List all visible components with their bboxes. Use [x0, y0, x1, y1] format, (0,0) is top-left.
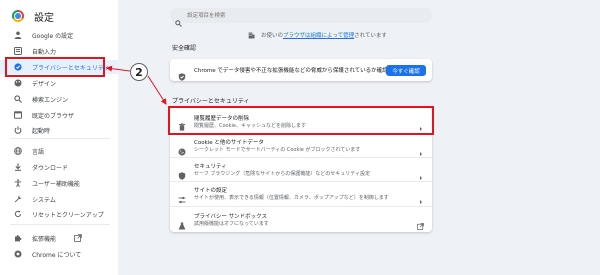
external-link-icon [417, 215, 424, 230]
building-icon [248, 32, 255, 39]
row-title: プライバシー サンドボックス [194, 214, 267, 220]
search-icon [14, 95, 22, 103]
page-title: 設定 [34, 12, 54, 24]
autofill-icon [14, 47, 22, 55]
search-input[interactable] [187, 9, 417, 22]
sidebar-divider [10, 224, 110, 225]
sidebar-item-accessibility[interactable]: ユーザー補助機能 [0, 176, 118, 190]
managed-text-after: されています [354, 33, 387, 39]
palette-icon [14, 79, 22, 87]
step-number-badge: 2 [130, 63, 148, 81]
sidebar-item-label: 拡張機能 [32, 235, 57, 243]
chevron-right-icon [418, 142, 424, 156]
sidebar-item-google-settings[interactable]: Google の設定 [0, 28, 118, 42]
brand: 設定 [12, 8, 54, 24]
row-subtitle: シークレット モードでサードパーティの Cookie がブロックされています [194, 147, 361, 153]
sidebar-item-label: Google の設定 [32, 32, 74, 40]
accessibility-icon [14, 179, 22, 187]
sidebar-item-label: ユーザー補助機能 [32, 180, 80, 188]
privacy-heading: プライバシーとセキュリティ [172, 98, 250, 105]
sidebar-item-label: システム [32, 196, 56, 204]
globe-icon [14, 147, 22, 155]
row-subtitle: サイトが使用、表示できる情報（位置情報、カメラ、ポップアップなど）を制御します [194, 195, 389, 201]
sidebar-item-label: ダウンロード [32, 164, 69, 172]
sidebar-item-languages[interactable]: 言語 [0, 144, 118, 158]
chevron-right-icon [418, 117, 424, 131]
sidebar-divider [10, 138, 110, 139]
sliders-icon [178, 189, 186, 204]
search-box[interactable] [170, 8, 432, 27]
sidebar-item-about-chrome[interactable]: Chrome について [0, 247, 118, 261]
sidebar-item-label: 既定のブラウザ [32, 112, 75, 120]
managed-text-before: お使いの [261, 33, 284, 39]
sidebar-item-appearance[interactable]: デザイン [0, 76, 118, 90]
safety-check-row: Chrome でデータ侵害や不正な拡張機能などの脅威から保護されているか確認しま… [170, 59, 432, 81]
sidebar-item-label: 検索エンジン [32, 96, 69, 104]
shield-icon [178, 165, 186, 180]
row-title: サイトの設定 [194, 188, 228, 194]
external-link-icon [74, 234, 82, 242]
privacy-row-site-settings[interactable]: サイトの設定 サイトが使用、表示できる情報（位置情報、カメラ、ポップアップなど）… [170, 181, 432, 206]
privacy-row-security[interactable]: セキュリティ セーフ ブラウジング（危険なサイトからの保護機能）などのセキュリテ… [170, 157, 432, 181]
privacy-row-clear-browsing-data[interactable]: 閲覧履歴データの削除 閲覧履歴、Cookie、キャッシュなどを削除します [170, 108, 432, 133]
managed-notice: お使いの ブラウザは組織によって管理 されています [248, 30, 387, 40]
safety-check-card: Chrome でデータ侵害や不正な拡張機能などの脅威から保護されているか確認しま… [170, 59, 432, 81]
shield-check-icon [178, 66, 186, 81]
shield-icon [14, 63, 22, 71]
wrench-icon [14, 195, 22, 203]
browser-icon [14, 111, 22, 119]
privacy-row-privacy-sandbox[interactable]: プライバシー サンドボックス 試用版機能はオフになっています [170, 206, 432, 232]
sidebar-item-label: リセットとクリーンアップ [32, 211, 104, 219]
chevron-right-icon [418, 166, 424, 180]
safety-check-heading: 安全確認 [172, 45, 197, 52]
row-title: Cookie と他のサイトデータ [194, 140, 264, 146]
chevron-right-icon [418, 190, 424, 204]
chrome-icon [14, 250, 22, 258]
sidebar-item-label: デザイン [32, 80, 57, 88]
chrome-logo-icon [12, 10, 24, 22]
sidebar-item-label: Chrome について [32, 251, 82, 259]
sidebar-item-label: 自動入力 [32, 48, 57, 56]
flask-icon [178, 215, 186, 230]
managed-link[interactable]: ブラウザは組織によって管理 [283, 31, 354, 39]
trash-icon [178, 116, 186, 131]
cookie-icon [178, 141, 186, 156]
privacy-card: 閲覧履歴データの削除 閲覧履歴、Cookie、キャッシュなどを削除します Coo… [170, 108, 432, 232]
reset-icon [14, 210, 22, 218]
sidebar-item-privacy[interactable]: プライバシーとセキュリティ [0, 60, 118, 74]
row-subtitle: 試用版機能はオフになっています [194, 221, 269, 227]
power-icon [14, 126, 22, 134]
sidebar-item-autofill[interactable]: 自動入力 [0, 44, 118, 58]
sidebar-item-reset[interactable]: リセットとクリーンアップ [0, 207, 118, 221]
search-icon [175, 12, 182, 27]
puzzle-icon [14, 234, 22, 242]
sidebar-item-downloads[interactable]: ダウンロード [0, 160, 118, 174]
row-title: セキュリティ [194, 164, 227, 170]
sidebar-item-default-browser[interactable]: 既定のブラウザ [0, 108, 118, 122]
download-icon [14, 163, 22, 171]
sidebar-item-label: 言語 [32, 148, 45, 156]
row-title: 閲覧履歴データの削除 [194, 116, 250, 122]
sidebar-item-label: プライバシーとセキュリティ [32, 64, 110, 72]
row-subtitle: セーフ ブラウジング（危険なサイトからの保護機能）などのセキュリティ設定 [194, 171, 370, 177]
sidebar-item-extensions[interactable]: 拡張機能 [0, 231, 118, 245]
check-now-button[interactable]: 今すぐ確認 [386, 65, 426, 76]
sidebar-item-search-engine[interactable]: 検索エンジン [0, 92, 118, 106]
sidebar-item-system[interactable]: システム [0, 192, 118, 206]
person-icon [14, 31, 22, 39]
safety-check-text: Chrome でデータ侵害や不正な拡張機能などの脅威から保護されているか確認しま… [194, 68, 405, 74]
row-subtitle: 閲覧履歴、Cookie、キャッシュなどを削除します [194, 123, 306, 129]
sidebar-item-label: 起動時 [32, 127, 51, 135]
sidebar-item-on-startup[interactable]: 起動時 [0, 123, 118, 137]
privacy-row-cookies[interactable]: Cookie と他のサイトデータ シークレット モードでサードパーティの Coo… [170, 133, 432, 157]
sidebar: 設定 Google の設定 自動入力 プライバシーとセキュリティ デザイン 検索… [0, 0, 118, 275]
